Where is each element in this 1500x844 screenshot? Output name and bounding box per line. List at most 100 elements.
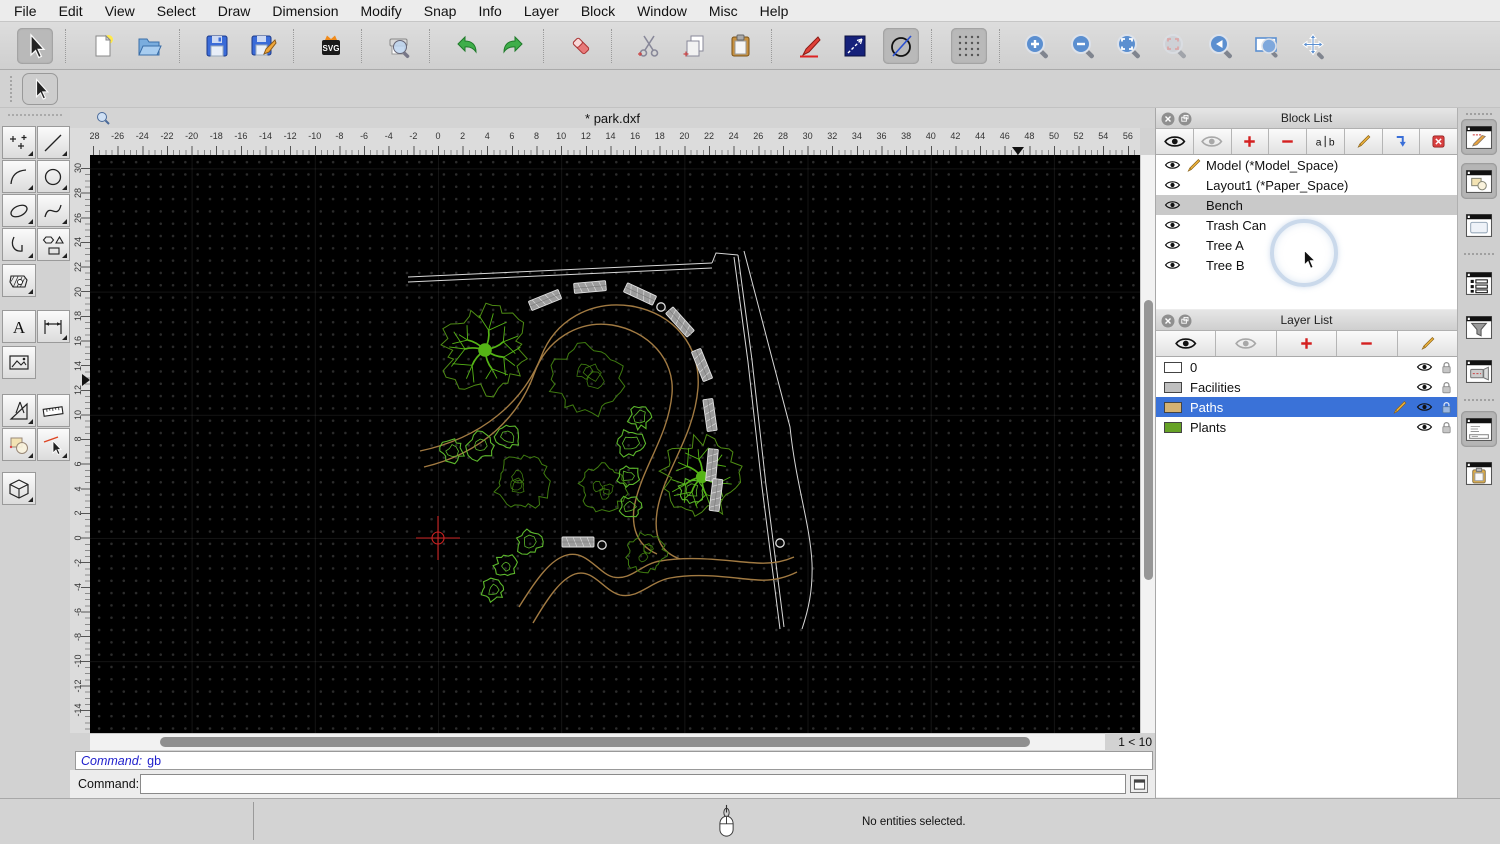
toggle-clipboard-panel-button[interactable]: [1461, 455, 1497, 491]
edit-block-button[interactable]: [1344, 129, 1383, 154]
hide-all-blocks-button[interactable]: [1193, 129, 1232, 154]
toggle-wall-panel-button[interactable]: [1461, 353, 1497, 389]
layer-visibility-icon[interactable]: [1416, 361, 1433, 373]
snap-grid-button[interactable]: [951, 27, 987, 64]
block-list-close-button[interactable]: [1161, 112, 1175, 126]
menu-file[interactable]: File: [14, 3, 37, 19]
show-all-layers-button[interactable]: [1156, 331, 1217, 356]
delete-block-button[interactable]: [1420, 129, 1457, 154]
polyline-tool[interactable]: [2, 228, 36, 261]
toggle-layer-filter-button[interactable]: [1461, 309, 1497, 345]
canvas-horizontal-scrollbar[interactable]: [90, 733, 1105, 750]
block-visibility-icon[interactable]: [1164, 199, 1181, 211]
modify-tool[interactable]: [2, 394, 36, 427]
hatch-tool[interactable]: [2, 264, 36, 297]
line-tool[interactable]: [36, 126, 70, 159]
open-file-button[interactable]: [131, 28, 167, 64]
remove-layer-button[interactable]: [1337, 331, 1398, 356]
menu-help[interactable]: Help: [760, 3, 789, 19]
zoom-out-button[interactable]: [1065, 28, 1101, 64]
new-file-button[interactable]: [85, 28, 121, 64]
strip-handle[interactable]: [1466, 113, 1492, 115]
block-visibility-icon[interactable]: [1164, 219, 1181, 231]
layer-list-float-button[interactable]: [1178, 314, 1192, 328]
layer-row-plants[interactable]: Plants: [1156, 417, 1457, 437]
toggle-pen-palette-button[interactable]: [1461, 119, 1497, 155]
block-row-layout1-paper-space-[interactable]: Layout1 (*Paper_Space): [1156, 175, 1457, 195]
command-input[interactable]: [140, 774, 1126, 794]
zoom-in-button[interactable]: [1019, 28, 1055, 64]
layer-visibility-icon[interactable]: [1416, 381, 1433, 393]
canvas-vertical-scrollbar[interactable]: [1140, 155, 1155, 733]
delete-button[interactable]: [563, 28, 599, 64]
menu-dimension[interactable]: Dimension: [272, 3, 338, 19]
toolbar-handle[interactable]: [10, 75, 16, 102]
layer-lock-icon[interactable]: [1440, 400, 1453, 415]
insert-block-button[interactable]: [1382, 129, 1421, 154]
save-as-button[interactable]: [245, 28, 281, 64]
zoom-redraw-button[interactable]: [1157, 28, 1193, 64]
palette-handle[interactable]: [8, 114, 62, 120]
menu-view[interactable]: View: [105, 3, 135, 19]
block-row-bench[interactable]: Bench: [1156, 195, 1457, 215]
layer-list-close-button[interactable]: [1161, 314, 1175, 328]
copy-button[interactable]: [677, 28, 713, 64]
select-entity-tool[interactable]: [36, 428, 70, 461]
block-visibility-icon[interactable]: [1164, 239, 1181, 251]
export-svg-button[interactable]: SVG: [313, 28, 349, 64]
menu-misc[interactable]: Misc: [709, 3, 738, 19]
block-visibility-icon[interactable]: [1164, 179, 1181, 191]
select-option-button[interactable]: [22, 72, 58, 105]
draw-pencil-button[interactable]: [791, 28, 827, 64]
menu-info[interactable]: Info: [478, 3, 501, 19]
rename-block-button[interactable]: ab: [1307, 129, 1345, 154]
paste-button[interactable]: [723, 28, 759, 64]
layer-row-facilities[interactable]: Facilities: [1156, 377, 1457, 397]
drawing-canvas[interactable]: [90, 155, 1140, 733]
ellipse-tool[interactable]: [2, 194, 36, 227]
arc-tool[interactable]: [2, 160, 36, 193]
remove-block-button[interactable]: [1269, 129, 1307, 154]
circle-tool-button[interactable]: [883, 27, 919, 64]
layer-row-paths[interactable]: Paths: [1156, 397, 1457, 417]
menu-block[interactable]: Block: [581, 3, 615, 19]
spline-tool[interactable]: [36, 194, 70, 227]
menu-snap[interactable]: Snap: [424, 3, 457, 19]
block-visibility-icon[interactable]: [1164, 259, 1181, 271]
vertical-scroll-thumb[interactable]: [1143, 300, 1153, 580]
zoom-window-button[interactable]: [1249, 28, 1285, 64]
layer-lock-icon[interactable]: [1440, 380, 1453, 395]
zoom-previous-button[interactable]: [1203, 28, 1239, 64]
zoom-pan-button[interactable]: [1295, 28, 1331, 64]
undo-button[interactable]: [449, 28, 485, 64]
modify-layer-button[interactable]: [1397, 331, 1458, 356]
toggle-command-widget-button[interactable]: [1461, 411, 1497, 447]
print-preview-button[interactable]: [381, 28, 417, 64]
points-tool[interactable]: [2, 126, 36, 159]
zoom-auto-button[interactable]: [1111, 28, 1147, 64]
shapes-tool[interactable]: [36, 228, 70, 261]
cut-button[interactable]: [631, 28, 667, 64]
show-all-blocks-button[interactable]: [1156, 129, 1194, 154]
layer-visibility-icon[interactable]: [1416, 401, 1433, 413]
toggle-library-browser-button[interactable]: [1461, 265, 1497, 301]
layer-lock-icon[interactable]: [1440, 360, 1453, 375]
layer-lock-icon[interactable]: [1440, 420, 1453, 435]
circle-tool[interactable]: [36, 160, 70, 193]
command-detach-button[interactable]: [1130, 775, 1148, 793]
menu-select[interactable]: Select: [157, 3, 196, 19]
menu-modify[interactable]: Modify: [361, 3, 402, 19]
horizontal-scroll-thumb[interactable]: [160, 737, 1030, 747]
layer-row-0[interactable]: 0: [1156, 357, 1457, 377]
toggle-block-panel-button[interactable]: [1461, 163, 1497, 199]
save-button[interactable]: [199, 28, 235, 64]
menu-window[interactable]: Window: [637, 3, 687, 19]
text-tool[interactable]: A: [2, 310, 36, 343]
menu-layer[interactable]: Layer: [524, 3, 559, 19]
redo-button[interactable]: [495, 28, 531, 64]
block-visibility-icon[interactable]: [1164, 159, 1181, 171]
toggle-preview-panel-button[interactable]: [1461, 207, 1497, 243]
layer-visibility-icon[interactable]: [1416, 421, 1433, 433]
select-tool-button[interactable]: [17, 27, 53, 64]
image-tool[interactable]: [2, 346, 36, 379]
